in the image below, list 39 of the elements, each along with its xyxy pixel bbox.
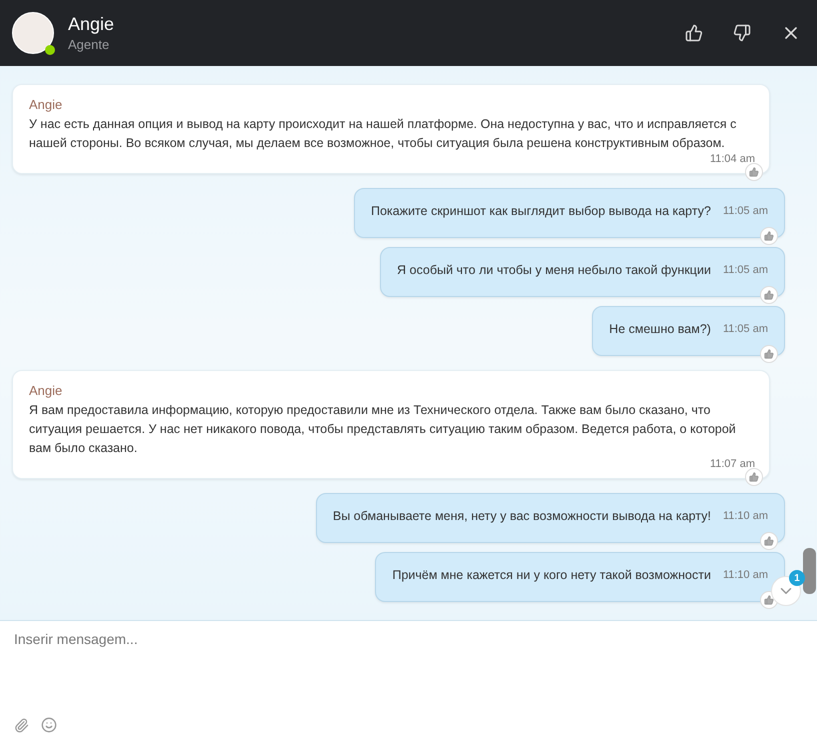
like-button[interactable] — [745, 468, 763, 486]
message-text: Причём мне кажется ни у кого нету такой возможности — [392, 567, 711, 584]
thumbs-up-icon — [685, 24, 703, 42]
like-button[interactable] — [760, 532, 778, 550]
agent-name: Angie — [68, 14, 116, 35]
like-button[interactable] — [760, 227, 778, 245]
message-text: Я особый что ли чтобы у меня небыло такой функции — [397, 262, 711, 279]
sender-name: Angie — [29, 382, 64, 400]
thumbs-up-icon — [749, 167, 759, 177]
message-text: Не смешно вам?) — [609, 321, 711, 338]
thumbs-up-icon — [764, 290, 774, 300]
message-text: Я вам предоставила информацию, которую предоставили мне из Технического отдела. Также вам было сказано, что ситуация решается. У нас нет никакого повода, чтобы представлять ситуацию таким образом. Ведется работа, о которой вам было сказано. — [29, 403, 736, 455]
thumbs-up-icon — [764, 595, 774, 605]
thumbs-up-icon — [764, 349, 774, 359]
message-text: Покажите скриншот как выглядит выбор вывода на карту? — [370, 203, 711, 220]
message-time: 11:10 am — [722, 568, 768, 583]
unread-badge: 1 — [789, 570, 805, 586]
message-time: 11:10 am — [722, 509, 768, 524]
message-time: 11:04 am — [710, 152, 755, 167]
scrollbar-thumb[interactable] — [803, 548, 816, 594]
thumbs-down-icon — [733, 24, 751, 42]
thumbs-up-icon — [749, 472, 759, 482]
message-time: 11:05 am — [722, 204, 768, 219]
like-button[interactable] — [760, 286, 778, 304]
paperclip-icon — [14, 718, 29, 732]
message-text: У нас есть данная опция и вывод на карту происходит на нашей платформе. Она недоступна у вас, что и исправляется с нашей стороны. Во всяком случая, мы делаем все возможное, чтобы ситуация была решена конструктивным образом. — [29, 117, 736, 150]
message-text: Вы обманываете меня, нету у вас возможности вывода на карту! — [332, 508, 711, 525]
sender-name: Angie — [29, 96, 64, 114]
attach-button[interactable] — [14, 718, 29, 732]
emoji-button[interactable] — [41, 717, 57, 733]
thumbs-up-icon — [764, 231, 774, 241]
thumbs-up-icon — [764, 536, 774, 546]
message-time: 11:05 am — [722, 263, 768, 278]
like-button[interactable] — [745, 163, 763, 181]
like-button[interactable] — [760, 345, 778, 363]
smiley-icon — [41, 717, 57, 733]
agent-role: Agente — [68, 37, 110, 52]
message-time: 11:05 am — [722, 322, 768, 337]
message-time: 11:07 am — [710, 457, 755, 472]
